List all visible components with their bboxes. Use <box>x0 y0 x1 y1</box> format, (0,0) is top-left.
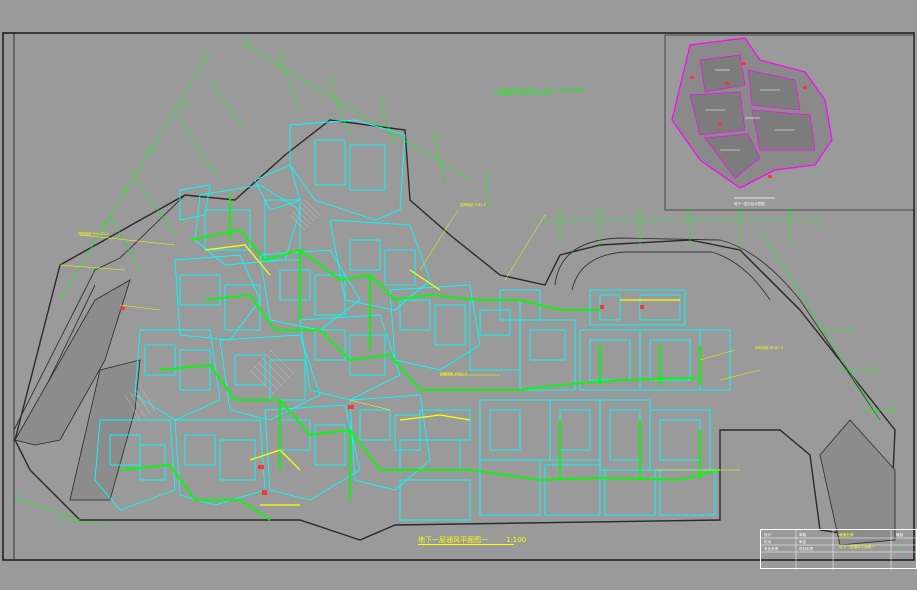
general-notes: 1.本图所注风管尺寸均为宽×高，单位mm，标高以风管底计。 2.风管穿越防火分区… <box>494 88 588 96</box>
key-plan-caption: 地下一层分区示意图 <box>734 202 765 206</box>
duct-label-1: 排风系统 P(Y)-B1-1 <box>78 232 109 236</box>
wall-network <box>94 119 731 521</box>
duct-label-2: 送风系统 S-B1-2 <box>460 203 486 207</box>
plan-title-text: 地下一层通风平面图一 <box>418 536 488 544</box>
plan-title-underline <box>418 544 514 545</box>
duct-label-4: 补风系统 BF-B1-4 <box>755 346 783 350</box>
title-block: 设计 审核 校对 审定 专业负责 项目负责 暖通空调 地下一层通风平面图一 暖施… <box>760 529 917 570</box>
ramp-hatch <box>14 279 896 546</box>
general-note-2: 2.风管穿越防火分区处设70℃防火阀。 <box>494 92 553 96</box>
cad-drawing-sheet <box>2 32 915 561</box>
title-block-grid <box>761 530 917 570</box>
plan-scale: 1:100 <box>506 536 527 544</box>
duct-label-3: 排烟风机 PY-B1-3 <box>440 372 468 376</box>
key-plan <box>664 34 915 211</box>
